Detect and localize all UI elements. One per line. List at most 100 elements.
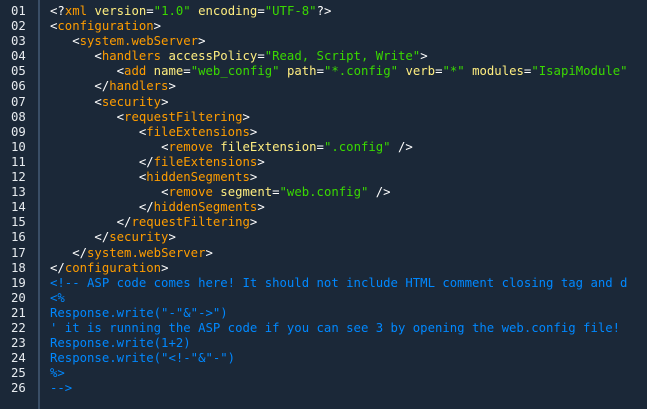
token-punct: </ (94, 79, 110, 94)
token-str: "*.config" (323, 64, 399, 79)
token-comment: <% (50, 290, 65, 305)
token-tag: fileExtensions (146, 124, 250, 139)
line-number: 16 (11, 230, 26, 245)
line-number: 24 (11, 351, 26, 366)
token-tag: remove (168, 139, 213, 154)
token-punct: = (316, 139, 324, 154)
token-punct: </ (138, 154, 154, 169)
token-attr: fileExtension (220, 139, 317, 154)
token-attr: accessPolicy (168, 49, 258, 64)
token-attr: version (94, 4, 147, 18)
code-line: <% (50, 291, 647, 306)
code-line: <!-- ASP code comes here! It should not … (50, 276, 647, 291)
code-line: Response.write(1+2) (50, 336, 647, 351)
token-punct: < (72, 34, 80, 49)
code-line: </system.webServer> (50, 246, 647, 261)
token-punct: = (183, 64, 191, 79)
token-punct: > (249, 124, 258, 139)
line-number: 23 (11, 336, 26, 351)
line-number: 08 (11, 109, 26, 124)
token-str: "web_config" (190, 64, 280, 79)
line-number: 21 (11, 305, 26, 320)
code-line: <requestFiltering> (50, 110, 647, 125)
line-number: 01 (11, 4, 26, 18)
line-number: 06 (11, 79, 26, 94)
line-number: 05 (11, 64, 26, 79)
token-tag: hiddenSegments (153, 200, 258, 215)
code-line: </security> (50, 230, 647, 245)
token-punct: > (205, 245, 213, 260)
token-comment: ' it is running the ASP code if you can … (50, 320, 621, 335)
code-line: <fileExtensions> (50, 125, 647, 140)
code-line: <remove fileExtension=".config" /> (50, 140, 647, 155)
token-attr: name (153, 64, 184, 79)
token-punct: > (242, 109, 250, 124)
line-number: 18 (11, 260, 26, 275)
token-punct: ?> (316, 4, 332, 18)
line-number: 03 (11, 34, 26, 49)
code-line: ' it is running the ASP code if you can … (50, 321, 647, 336)
token-punct: = (272, 185, 280, 200)
code-line: <add name="web_config" path="*.config" v… (50, 64, 647, 79)
token-punct: > (257, 200, 265, 215)
token-comment: Response.write(1+2) (50, 336, 191, 351)
code-line: <system.webServer> (50, 34, 647, 49)
line-number: 13 (11, 185, 26, 200)
code-area[interactable]: <?xml version="1.0" encoding="UTF-8"?> <c… (50, 0, 647, 409)
token-attr: segment (220, 185, 273, 200)
token-tag: security (101, 94, 162, 109)
token-tag: configuration (57, 19, 154, 34)
line-number: 04 (11, 49, 26, 64)
line-number-gutter: 01 02 03 04 05 06 07 08 09 10 11 12 13 14 15 16 17 18 19 20… (0, 0, 40, 409)
code-line: </fileExtensions> (50, 155, 647, 170)
token-attr: encoding (198, 4, 258, 18)
token-punct: </ (50, 260, 65, 275)
code-line: </handlers> (50, 79, 647, 94)
token-punct: > (153, 19, 162, 34)
line-number: 10 (11, 139, 26, 154)
token-tag: remove (168, 185, 213, 200)
token-punct: </ (94, 230, 110, 245)
code-editor[interactable]: 01 02 03 04 05 06 07 08 09 10 11 12 13 14 15 16 17 18 19 20… (0, 0, 647, 409)
token-punct: > (257, 154, 265, 169)
token-punct: </ (72, 245, 88, 260)
token-punct: > (168, 230, 176, 245)
token-punct: <? (50, 4, 65, 18)
line-number: 12 (11, 170, 26, 185)
line-number: 02 (11, 19, 26, 34)
token-punct: < (94, 49, 102, 64)
token-str: "1.0" (153, 4, 191, 18)
line-number: 17 (11, 245, 26, 260)
token-punct: > (161, 94, 169, 109)
token-punct: > (168, 79, 176, 94)
token-tag: hiddenSegments (146, 170, 250, 185)
line-number: 22 (11, 320, 26, 335)
code-line: </requestFiltering> (50, 215, 647, 230)
code-line: --> (50, 381, 647, 396)
token-tag: fileExtensions (153, 154, 258, 169)
token-tag: security (109, 230, 169, 245)
token-comment: Response.write("<!-"&"-") (50, 351, 236, 366)
token-str: "*" (442, 64, 465, 79)
token-attr: verb (405, 64, 436, 79)
token-punct: </ (116, 215, 132, 230)
line-number: 20 (11, 290, 26, 305)
token-tag: system.webServer (87, 245, 206, 260)
token-tag: requestFiltering (131, 215, 250, 230)
code-line: %> (50, 366, 647, 381)
code-line: <?xml version="1.0" encoding="UTF-8"?> (50, 4, 647, 19)
token-punct: /> (398, 139, 413, 154)
token-comment: <!-- ASP code comes here! It should not … (50, 275, 628, 290)
